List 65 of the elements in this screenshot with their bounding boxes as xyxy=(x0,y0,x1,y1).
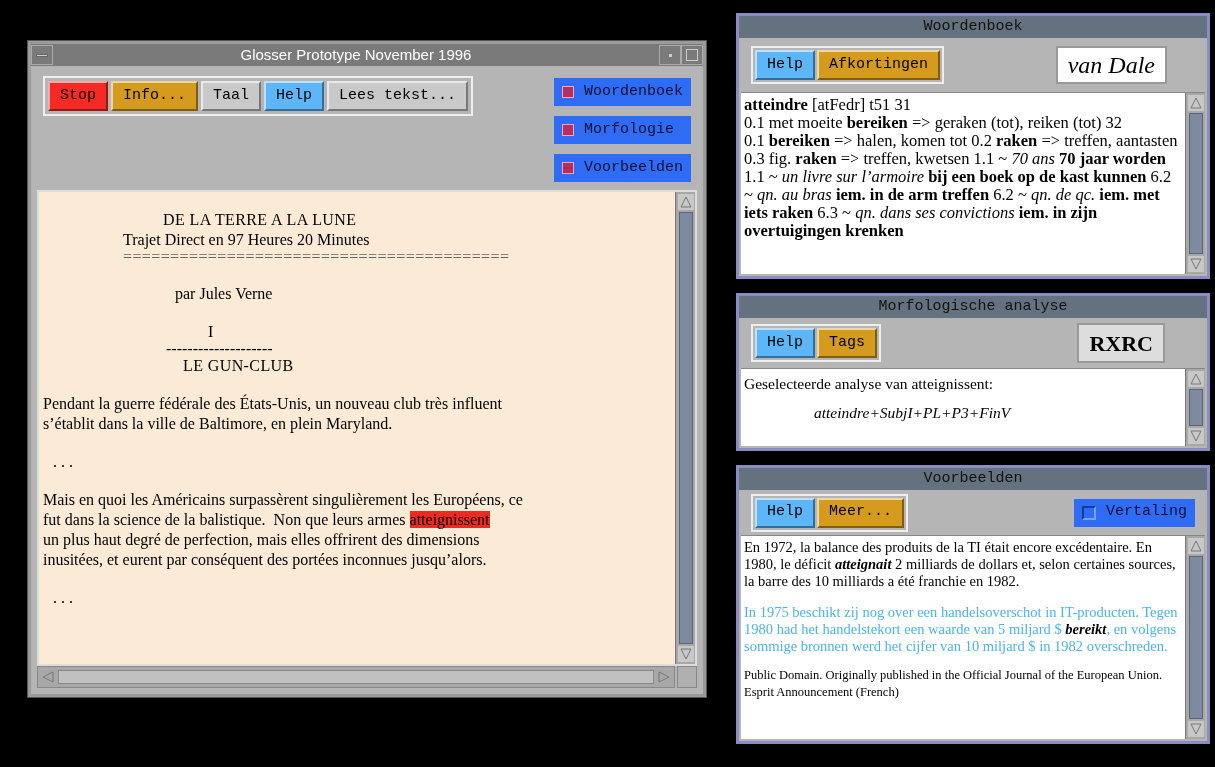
text-line: Pendant la guerre fédérale des États-Unis, un nouveau club très influent xyxy=(43,394,502,414)
checkbox[interactable] xyxy=(561,86,574,98)
logo: RXRC xyxy=(1077,323,1165,363)
checkbox[interactable] xyxy=(1082,505,1096,520)
scroll-down-arrow-icon[interactable] xyxy=(677,646,694,662)
toggle-button[interactable]: Voorbeelden xyxy=(553,154,691,182)
toolbar-button[interactable]: Meer... xyxy=(817,497,905,528)
horizontal-scrollbar[interactable] xyxy=(37,666,675,688)
text-line: Mais en quoi les Américains surpassèrent singulièrement les Européens, ce xyxy=(43,490,523,510)
text-rule: -------------------- xyxy=(165,342,273,356)
toolbar-button[interactable]: Stop xyxy=(48,81,108,111)
toolbar-button[interactable]: Afkortingen xyxy=(817,50,941,80)
scroll-down-arrow-icon[interactable] xyxy=(1187,721,1204,737)
toolbar-button[interactable]: Tags xyxy=(817,328,878,358)
toolbar-button[interactable]: Help xyxy=(755,50,815,80)
text-line: . . . xyxy=(52,588,73,608)
scroll-right-arrow-icon[interactable] xyxy=(656,669,672,685)
vertical-scrollbar[interactable] xyxy=(1185,369,1205,446)
logo: van Dale xyxy=(1055,46,1167,84)
text-line: s’établit dans la ville de Baltimore, en plein Maryland. xyxy=(43,414,393,434)
toolbar-button[interactable]: Help xyxy=(755,497,815,528)
text-line: I xyxy=(207,322,214,342)
toggle-button[interactable]: Vertaling xyxy=(1074,498,1195,527)
analysis-result: atteindre+SubjI+PL+P3+FinV xyxy=(813,403,1013,424)
toolbar-button[interactable]: Lees tekst... xyxy=(327,81,469,111)
window-title: Glosser Prototype November 1996 xyxy=(239,44,473,65)
example-paragraph: In 1975 beschikt zij nog over een handelsoverschot in IT-producten. Tegen 1980 had het handelstekort een waarde van 5 miljard $ bereikt, en volgens sommige bronnen werd het cijfer van 10 miljard $ in 1982 overschreden. xyxy=(744,604,1179,655)
toggle-button[interactable]: Woordenboek xyxy=(553,78,691,106)
text-line: par Jules Verne xyxy=(174,284,273,304)
text-line: DE LA TERRE A LA LUNE xyxy=(162,210,357,230)
vertical-scrollbar[interactable] xyxy=(1185,93,1205,274)
scroll-left-arrow-icon[interactable] xyxy=(40,669,56,685)
toolbar-button[interactable]: Taal xyxy=(201,81,262,111)
example-paragraph: En 1972, la balance des produits de la TI était encore excédentaire. En 1980, le déficit atteignait 2 milliards de dollars et, selon certaines sources, la barre des 10 milliards a été franchie en 1982. xyxy=(744,539,1177,590)
scroll-down-arrow-icon[interactable] xyxy=(1187,256,1204,272)
scroll-up-arrow-icon[interactable] xyxy=(1187,538,1204,554)
panel-title: Morfologische analyse xyxy=(739,296,1207,318)
toggle-button[interactable]: Morfologie xyxy=(553,116,691,144)
window-menu-button[interactable] xyxy=(31,45,53,65)
analysis-caption: Geselecteerde analyse van atteignissent: xyxy=(744,374,995,394)
vertical-scrollbar[interactable] xyxy=(675,192,695,664)
vertical-scrollbar[interactable] xyxy=(1185,536,1205,739)
scroll-up-arrow-icon[interactable] xyxy=(677,194,694,210)
panel-title: Woordenboek xyxy=(739,16,1207,38)
toolbar-button[interactable]: Help xyxy=(755,328,815,358)
text-line: LE GUN-CLUB xyxy=(182,356,294,376)
toolbar-button[interactable]: Info... xyxy=(111,81,199,111)
dictionary-entry: atteindre [atFedr] t51 31 0.1 met moeite bereiken => geraken (tot), reiken (tot) 32 0.1 bereiken => halen, komen tot 0.2 raken => treffen, aantasten 0.3 fig. raken => treffen, kwetsen 1.1 ~ 70 ans 70 jaar worden 1.1 ~ un livre sur l’armoire bij een boek op de kast kunnen 6.2 ~ qn. au bras iem. in de arm treffen 6.2 ~ qn. de qc. iem. met iets raken 6.3 ~ qn. dans ses convictions iem. in zijn overtuigingen krenken xyxy=(744,96,1179,240)
toolbar-button[interactable]: Help xyxy=(264,81,325,111)
text-rule: ========================================= xyxy=(122,250,510,264)
text-line: . . . xyxy=(52,452,73,472)
minimize-button[interactable] xyxy=(659,45,681,65)
scroll-down-arrow-icon[interactable] xyxy=(1187,428,1204,444)
scroll-up-arrow-icon[interactable] xyxy=(1187,95,1204,111)
checkbox[interactable] xyxy=(561,162,574,174)
text-line: un plus haut degré de perfection, mais elles offrirent des dimensions xyxy=(43,530,480,550)
text-line: inusitées, et eurent par conséquent des portées inconnues jusqu’alors. xyxy=(43,550,487,570)
maximize-button[interactable] xyxy=(681,45,703,65)
example-paragraph: Public Domain. Originally published in the Official Journal of the European Union. Esprit Announcement (French) xyxy=(744,667,1164,701)
checkbox[interactable] xyxy=(561,124,574,136)
text-line: Trajet Direct en 97 Heures 20 Minutes xyxy=(122,230,370,250)
scroll-up-arrow-icon[interactable] xyxy=(1187,371,1204,387)
scrollbar-corner xyxy=(677,666,697,688)
text-line: fut dans la science de la balistique. Non que leurs armes atteignissent xyxy=(43,510,490,530)
panel-title: Voorbeelden xyxy=(739,468,1207,490)
